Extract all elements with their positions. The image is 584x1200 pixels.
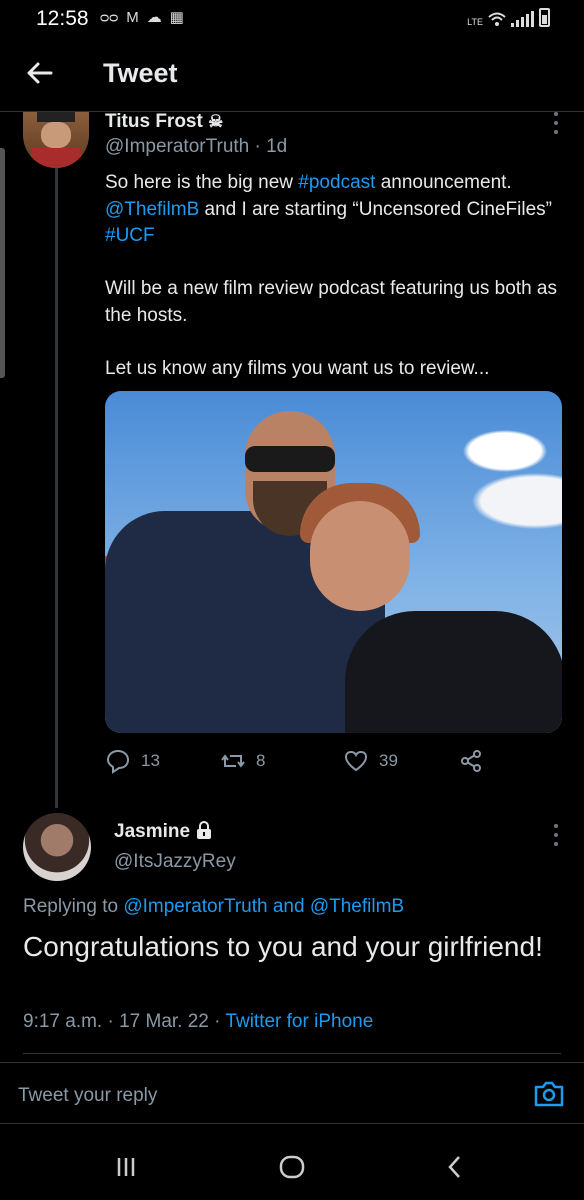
reply-button[interactable]: 13 <box>105 748 160 774</box>
reply-composer: Tweet your reply <box>0 1062 584 1124</box>
more-options-icon[interactable] <box>553 824 559 846</box>
wifi-icon <box>488 12 506 26</box>
thread-line <box>55 168 58 808</box>
gallery-icon: ▦ <box>169 9 184 26</box>
status-time: 12:58 <box>36 7 89 30</box>
mention-link[interactable]: @ThefilmB <box>105 199 199 220</box>
notification-icons: ᴑᴑ M ☁ ▦ <box>100 8 184 27</box>
lock-icon <box>197 821 212 839</box>
retweet-button[interactable]: 8 <box>220 748 265 774</box>
signal-icon <box>511 11 534 27</box>
back-nav-icon[interactable] <box>440 1152 470 1182</box>
cloud-icon: ☁ <box>146 9 162 26</box>
avatar[interactable] <box>23 112 89 168</box>
page-title: Tweet <box>103 58 178 88</box>
system-nav-bar <box>0 1124 584 1200</box>
status-bar: 12:58 ᴑᴑ M ☁ ▦ LTE <box>0 0 584 40</box>
author-name[interactable]: Titus Frost ☠ <box>105 111 223 133</box>
gmail-icon: M <box>126 8 139 26</box>
share-button[interactable] <box>458 748 484 774</box>
divider <box>23 1053 561 1054</box>
share-icon <box>461 750 481 772</box>
voicemail-icon: ᴑᴑ <box>100 8 119 26</box>
retweet-icon <box>221 754 245 768</box>
reply-text: Congratulations to you and your girlfrie… <box>23 931 543 962</box>
like-count: 39 <box>379 751 398 770</box>
home-icon[interactable] <box>277 1152 307 1182</box>
author-handle[interactable]: @ImperatorTruth · 1d <box>105 136 287 158</box>
tweet-photo[interactable]: SH <box>105 391 562 733</box>
more-options-icon[interactable] <box>553 112 559 134</box>
reply-icon <box>106 749 130 774</box>
reply-input[interactable]: Tweet your reply <box>18 1085 157 1107</box>
reply-author-handle[interactable]: @ItsJazzyRey <box>114 851 236 873</box>
pirate-flag-icon: ☠ <box>208 112 224 131</box>
reply-count: 13 <box>141 751 160 770</box>
tweet-text: So here is the big new #podcast announce… <box>105 170 565 409</box>
replying-to: Replying to @ImperatorTruth and @Thefilm… <box>23 896 405 917</box>
app-header: Tweet <box>0 40 584 112</box>
recent-apps-icon[interactable] <box>111 1152 141 1182</box>
tweet-actions: 13 8 39 <box>105 748 545 776</box>
lte-label: LTE <box>467 17 483 27</box>
hashtag-link[interactable]: #podcast <box>298 172 375 193</box>
reply-meta: 9:17 a.m. · 17 Mar. 22 · Twitter for iPh… <box>23 1011 374 1032</box>
retweet-count: 8 <box>256 751 266 770</box>
replying-to-link[interactable]: @ImperatorTruth and @ThefilmB <box>123 896 404 917</box>
back-arrow-icon[interactable] <box>24 58 54 88</box>
avatar[interactable] <box>23 813 91 881</box>
scroll-indicator[interactable] <box>0 148 5 378</box>
like-button[interactable]: 39 <box>343 748 398 774</box>
camera-icon[interactable] <box>533 1080 565 1108</box>
source-link[interactable]: Twitter for iPhone <box>225 1011 373 1032</box>
tweet-paragraph: Let us know any films you want us to rev… <box>105 357 490 379</box>
heart-icon <box>344 750 368 772</box>
tweet-paragraph: Will be a new film review podcast featur… <box>105 278 557 326</box>
reply-author-name[interactable]: Jasmine <box>114 821 213 843</box>
battery-icon <box>539 8 550 27</box>
hashtag-link[interactable]: #UCF <box>105 225 155 246</box>
system-icons: LTE <box>467 8 550 27</box>
